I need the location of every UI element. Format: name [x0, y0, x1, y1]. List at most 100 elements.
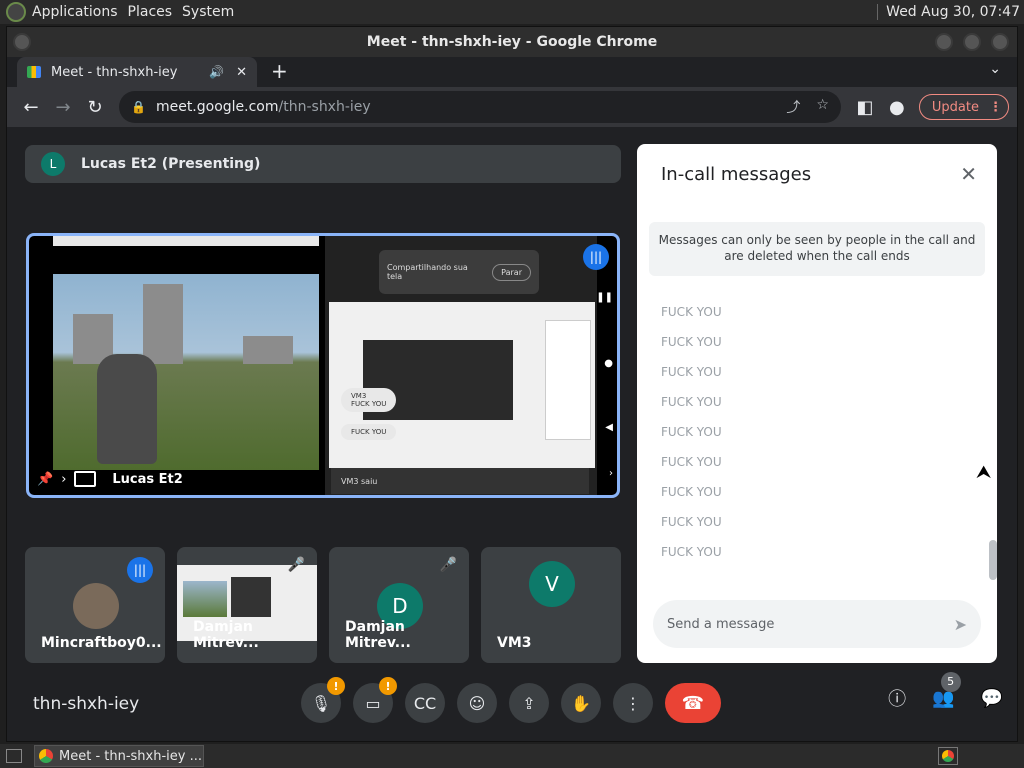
message-input[interactable]: Send a message ➤ — [653, 600, 981, 648]
end-call-button[interactable]: ☎ — [665, 683, 721, 723]
tab-search-chevron-icon[interactable]: ⌄ — [989, 61, 1001, 77]
microphone-button[interactable]: 🎙! — [301, 677, 345, 723]
message-list: FUCK YOU FUCK YOU FUCK YOU FUCK YOU FUCK… — [661, 304, 722, 574]
captions-button[interactable]: CC — [405, 683, 445, 723]
participant-tiles: ||| Mincraftboy0... 🎤 Damjan Mitrev... D… — [25, 547, 621, 663]
participant-tile[interactable]: V VM3 — [481, 547, 621, 663]
clock-text: Wed Aug 30, 07:47 — [886, 4, 1020, 20]
clock[interactable]: Wed Aug 30, 07:47 — [877, 4, 1024, 20]
tab-meet[interactable]: Meet - thn-shxh-iey 🔊 ✕ — [17, 57, 257, 87]
pause-icon[interactable]: ❚❚ — [596, 292, 613, 303]
emoji-button[interactable]: ☺ — [457, 683, 497, 723]
participant-tile[interactable]: D 🎤 Damjan Mitrev... — [329, 547, 469, 663]
taskbar-chrome-window[interactable]: Meet - thn-shxh-iey ... — [34, 745, 204, 767]
chat-message: FUCK YOU — [661, 365, 722, 379]
share-icon[interactable]: ⤴ — [786, 97, 800, 117]
stop-sharing-button[interactable]: Parar — [492, 263, 531, 281]
reload-icon[interactable]: ↻ — [79, 91, 111, 123]
left-call-toast: VM3 saiu — [331, 468, 589, 494]
nested-meet-screenshot — [329, 302, 595, 468]
workspace-switcher[interactable] — [938, 747, 958, 765]
lock-icon[interactable]: 🔒 — [131, 100, 146, 114]
back-icon[interactable]: ← — [15, 91, 47, 123]
mic-off-icon: 🎤 — [287, 557, 305, 573]
address-bar[interactable]: 🔒 meet.google.com/thn-shxh-iey ⤴ ☆ — [119, 91, 841, 123]
chat-message: FUCK YOU — [661, 485, 722, 499]
people-icon[interactable]: 👥 5 — [932, 671, 961, 709]
side-panel-icon[interactable]: ◧ — [849, 91, 881, 123]
close-icon[interactable]: ✕ — [960, 162, 977, 186]
taskbar-task-title: Meet - thn-shxh-iey ... — [59, 748, 202, 764]
system-menu[interactable]: System — [182, 4, 244, 20]
profile-avatar-icon[interactable]: ● — [881, 91, 913, 123]
show-desktop-icon[interactable] — [6, 749, 22, 763]
chat-message: FUCK YOU — [661, 515, 722, 529]
avatar — [73, 583, 119, 629]
participant-name: VM3 — [497, 635, 532, 651]
main-presentation-tile[interactable]: Compartilhando sua tela Parar VM3 FUCK YO… — [26, 233, 620, 498]
participant-tile[interactable]: ||| Mincraftboy0... — [25, 547, 165, 663]
close-tab-icon[interactable]: ✕ — [236, 65, 247, 80]
url-host: meet.google.com — [155, 99, 279, 115]
tab-strip: Meet - thn-shxh-iey 🔊 ✕ + ⌄ — [7, 57, 1017, 87]
chat-message: FUCK YOU — [661, 305, 722, 319]
chat-message: FUCK YOU — [661, 455, 722, 469]
minimize-button[interactable] — [935, 33, 953, 51]
maximize-button[interactable] — [963, 33, 981, 51]
new-tab-icon[interactable]: + — [271, 59, 288, 83]
thumb-dark — [231, 577, 271, 617]
raise-hand-button[interactable]: ✋ — [561, 683, 601, 723]
chevron-right-icon[interactable]: › — [609, 468, 613, 479]
sharing-text: Compartilhando sua tela — [387, 263, 468, 281]
bookmark-star-icon[interactable]: ☆ — [816, 97, 829, 117]
dot-icon[interactable]: ● — [604, 358, 613, 369]
browser-toolbar: ← → ↻ 🔒 meet.google.com/thn-shxh-iey ⤴ ☆… — [7, 87, 1017, 127]
meeting-info-icon[interactable]: ⓘ — [888, 685, 906, 711]
thumb-game — [183, 581, 227, 617]
meet-controls-bar: thn-shxh-iey 🎙! ▭! CC ☺ ⇪ ✋ ⋮ ☎ ⓘ 👥 5 💬 — [7, 667, 1017, 741]
chip-name: VM3 — [351, 392, 367, 400]
close-window-button[interactable] — [991, 33, 1009, 51]
chat-icon[interactable]: 💬 — [981, 688, 1003, 709]
present-button[interactable]: ⇪ — [509, 683, 549, 723]
url-path: /thn-shxh-iey — [278, 99, 371, 115]
forward-icon[interactable]: → — [47, 91, 79, 123]
back-triangle-icon[interactable]: ◀ — [605, 422, 613, 433]
pin-icon[interactable]: 📌 — [37, 472, 53, 487]
gnome-foot-icon[interactable] — [6, 2, 26, 22]
participant-name: Damjan Mitrev... — [345, 619, 411, 651]
mic-off-icon: 🎤 — [439, 557, 457, 573]
participant-tile[interactable]: 🎤 Damjan Mitrev... — [177, 547, 317, 663]
building — [243, 336, 293, 364]
building — [143, 284, 183, 364]
side-controls: ⓘ 👥 5 💬 — [888, 671, 1003, 711]
window-menu-button[interactable] — [13, 33, 31, 51]
camera-button[interactable]: ▭! — [353, 677, 397, 723]
gnome-top-panel: Applications Places System Wed Aug 30, 0… — [0, 0, 1024, 24]
kebab-menu-icon[interactable]: ⋮ — [989, 100, 1002, 115]
robot-character — [97, 354, 157, 464]
chat-chip: VM3 FUCK YOU — [341, 388, 397, 412]
update-label: Update — [931, 99, 979, 115]
chat-panel: In-call messages ✕ Messages can only be … — [637, 144, 997, 663]
avatar: V — [529, 561, 575, 607]
shared-game-view — [53, 274, 319, 470]
nested-chat-panel — [545, 320, 591, 440]
main-tile-labels: 📌 › Lucas Et2 — [37, 471, 183, 487]
applications-menu[interactable]: Applications — [32, 4, 128, 20]
chrome-window: Meet - thn-shxh-iey - Google Chrome Meet… — [6, 26, 1018, 742]
audio-playing-icon[interactable]: 🔊 — [209, 65, 224, 79]
presenter-avatar: L — [41, 152, 65, 176]
places-menu[interactable]: Places — [128, 4, 183, 20]
warning-icon: ! — [379, 677, 397, 695]
update-button[interactable]: Update ⋮ — [918, 94, 1009, 120]
message-placeholder: Send a message — [667, 616, 775, 632]
send-icon[interactable]: ➤ — [954, 615, 967, 634]
chat-notice: Messages can only be seen by people in t… — [649, 222, 985, 276]
chat-panel-title: In-call messages — [661, 164, 812, 185]
chat-scrollbar[interactable] — [989, 540, 997, 580]
people-count-badge: 5 — [940, 671, 961, 692]
meeting-code: thn-shxh-iey — [33, 694, 140, 714]
chevron-icon[interactable]: › — [61, 472, 66, 487]
more-options-button[interactable]: ⋮ — [613, 683, 653, 723]
